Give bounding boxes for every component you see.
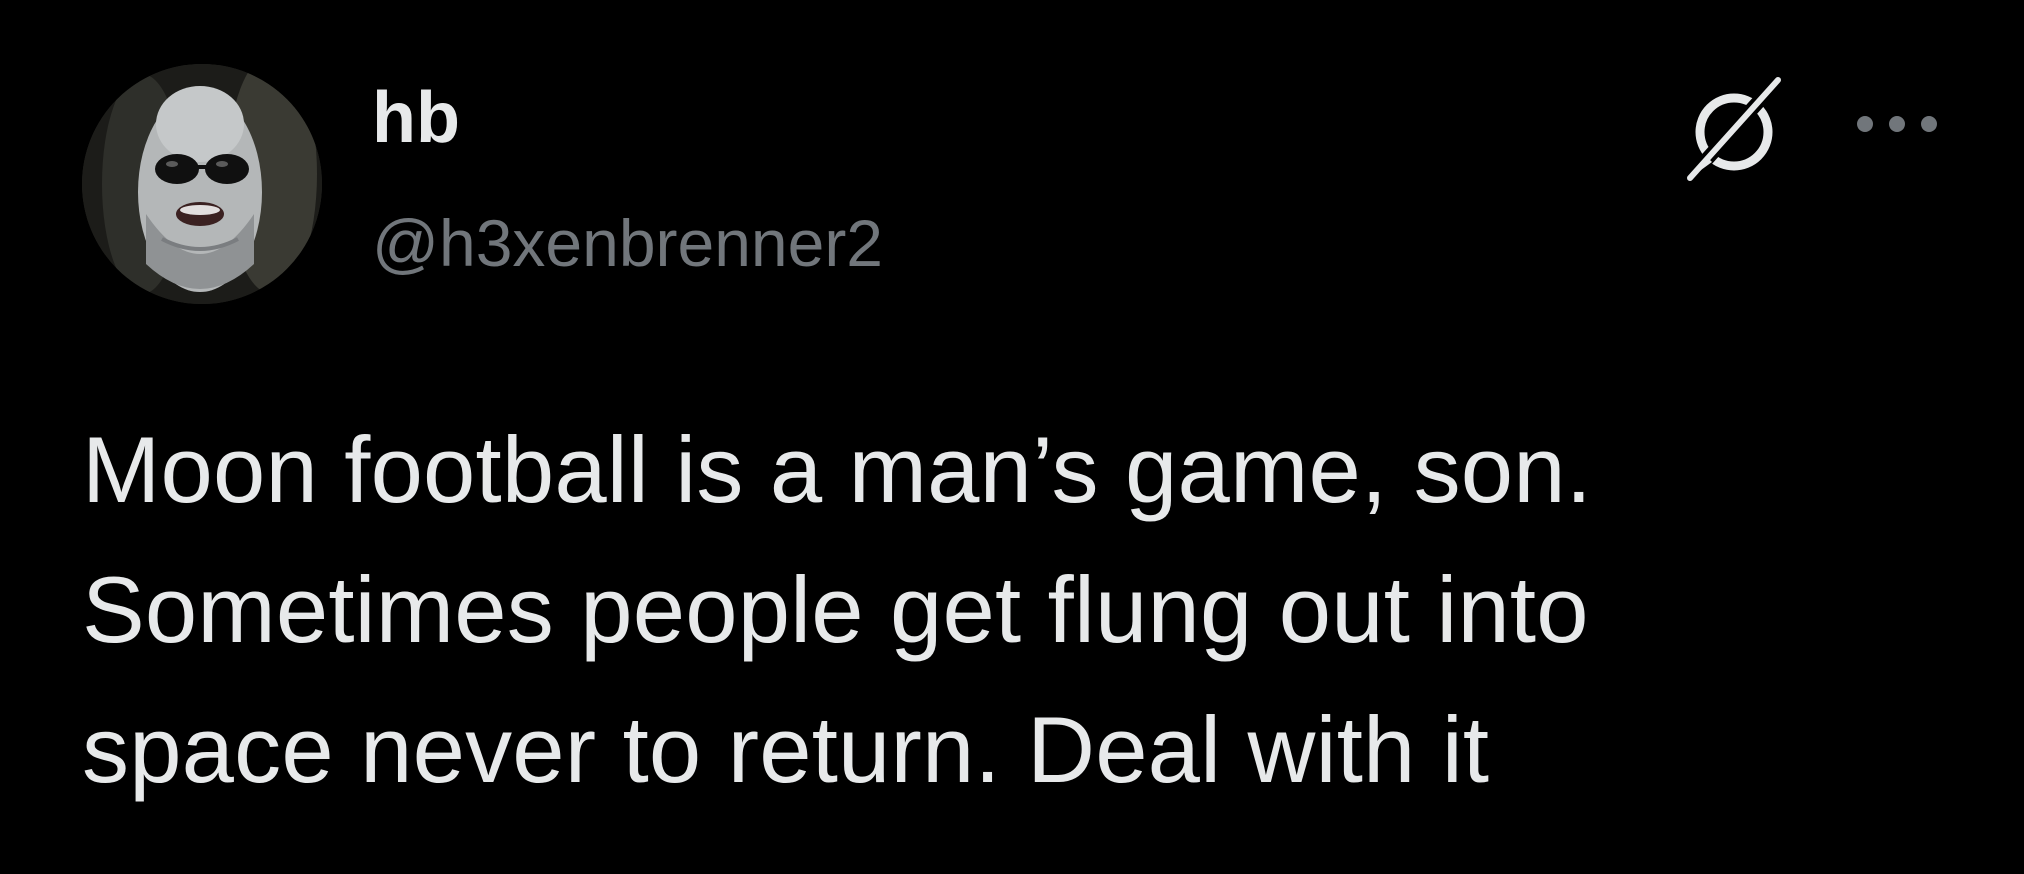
grok-icon[interactable]	[1676, 70, 1796, 190]
tweet-card: hb @h3xenbrenner2 Moon football is a man…	[0, 0, 2024, 874]
avatar-image	[82, 64, 322, 304]
avatar[interactable]	[82, 64, 322, 304]
tweet-text: Moon football is a man’s game, son. Some…	[82, 417, 1593, 802]
author-display-name[interactable]: hb	[372, 82, 460, 154]
more-options-icon[interactable]	[1852, 108, 1942, 148]
author-handle[interactable]: @h3xenbrenner2	[372, 210, 883, 276]
